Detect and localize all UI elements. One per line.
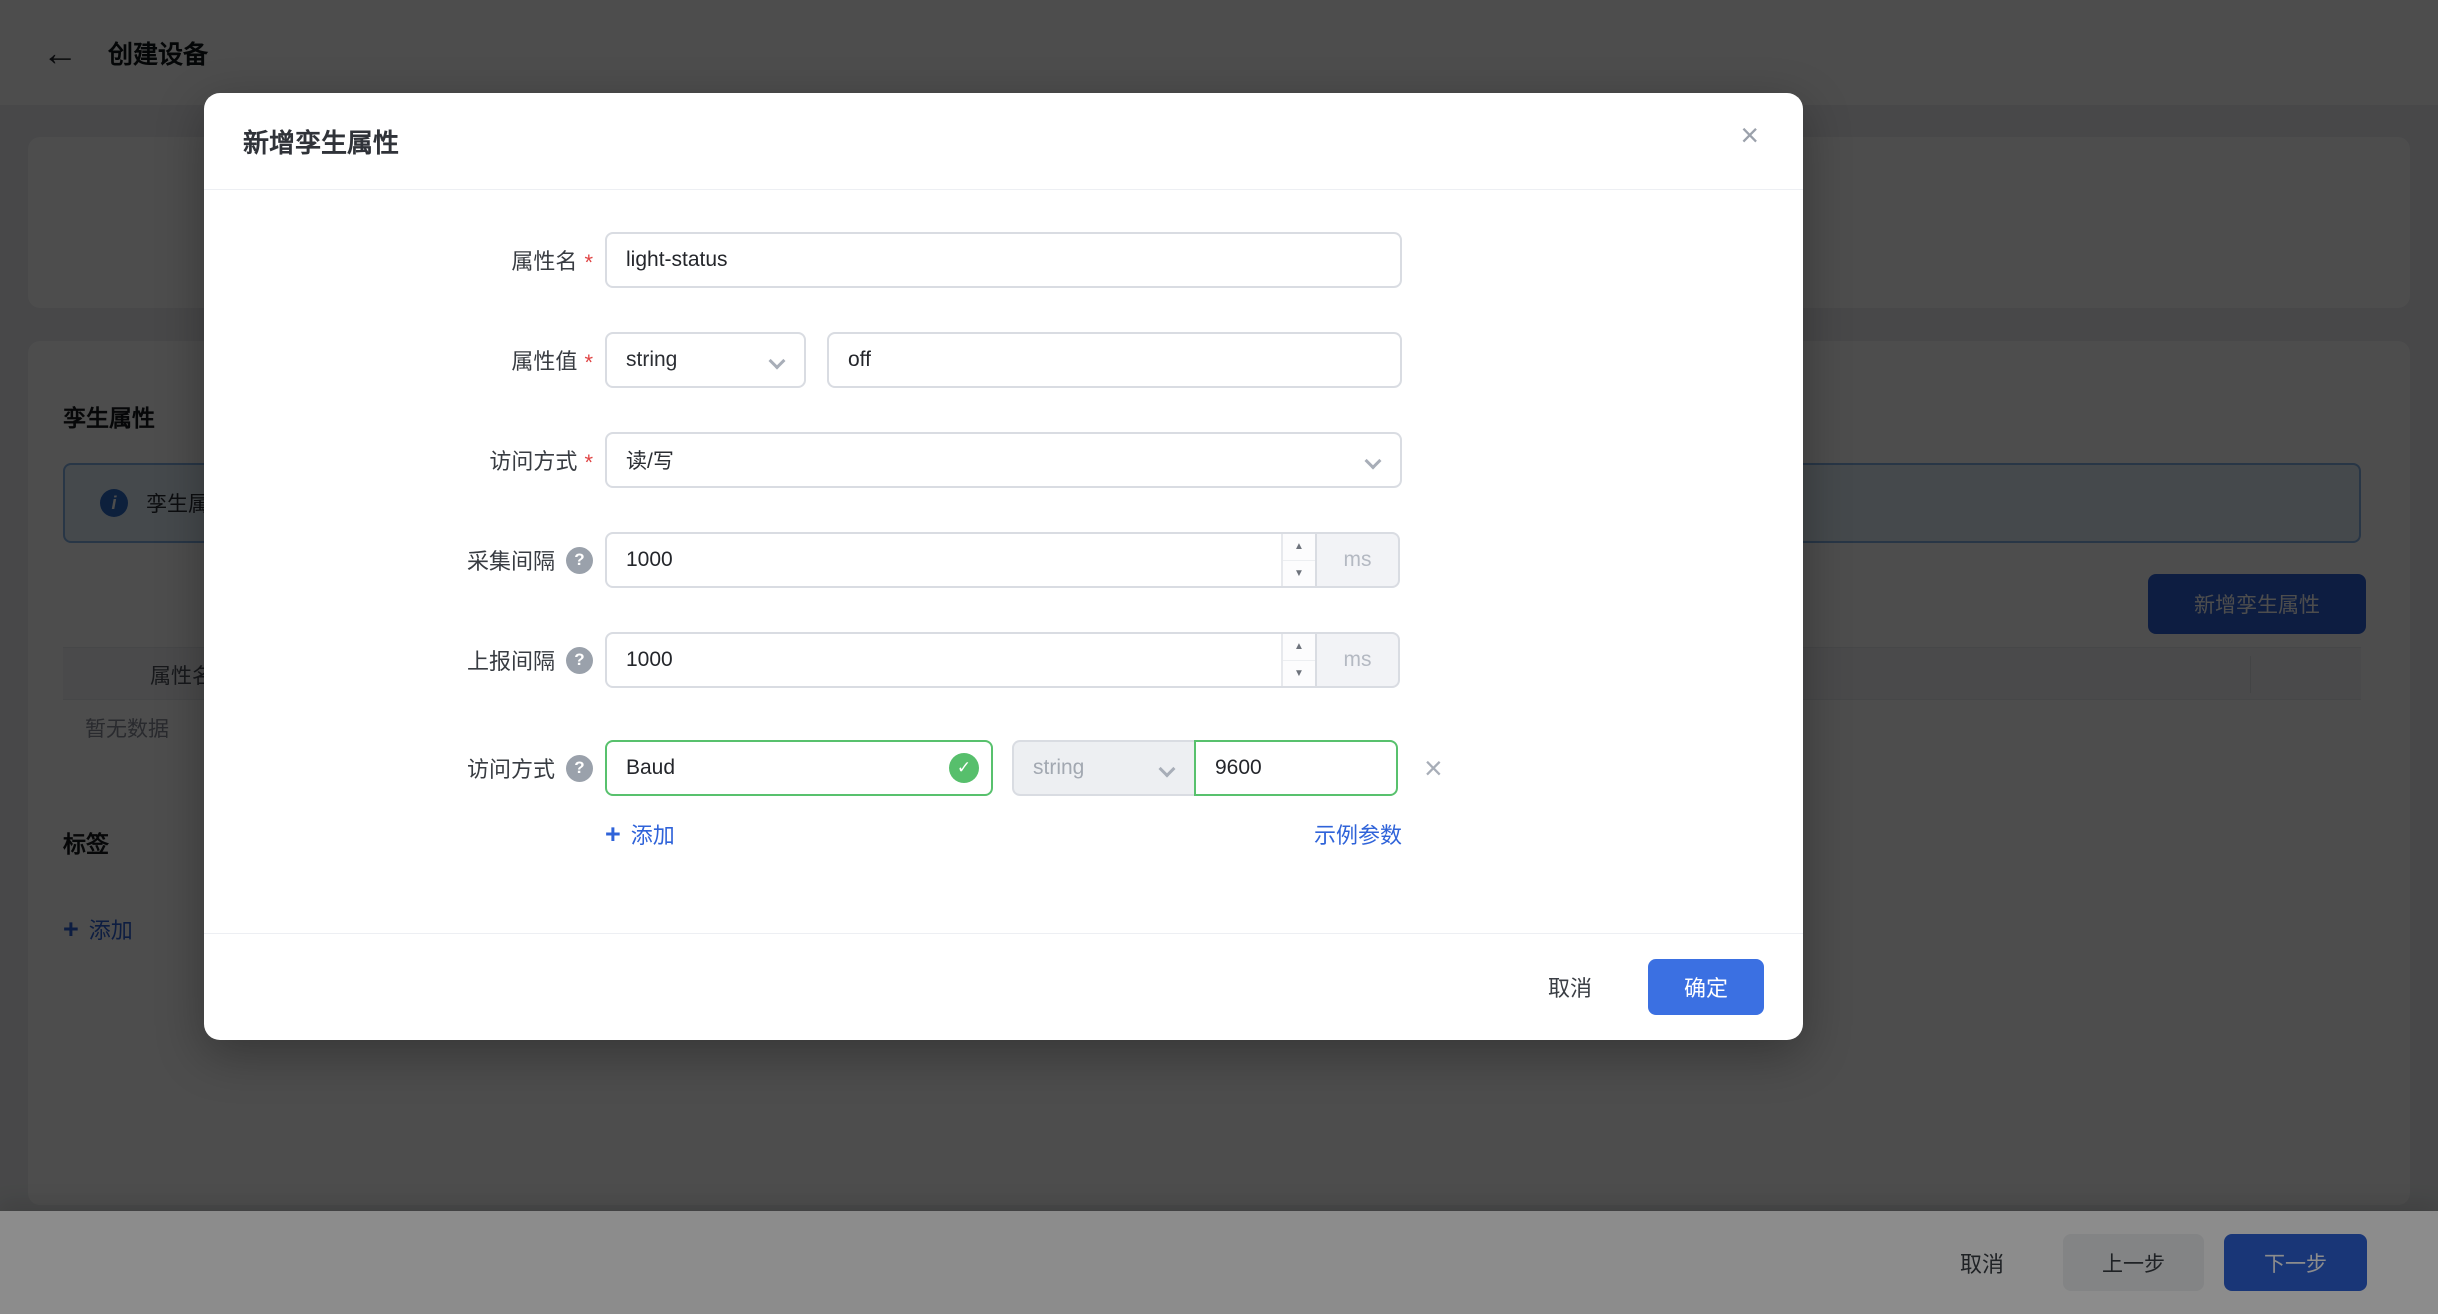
field-label: 属性名 * (204, 244, 593, 276)
chevron-down-icon (769, 353, 786, 370)
plus-icon: + (605, 821, 621, 848)
add-param-link[interactable]: + 添加 (605, 818, 675, 850)
step-up-icon[interactable]: ▲ (1283, 534, 1315, 561)
add-param-label: 添加 (631, 818, 675, 850)
step-up-icon[interactable]: ▲ (1283, 634, 1315, 661)
params-label: 访问方式 (467, 752, 555, 784)
report-interval-label: 上报间隔 (467, 644, 555, 676)
form-row-params: 访问方式 ? ✓ string ✓ × (204, 740, 1803, 796)
collect-interval-label: 采集间隔 (467, 544, 555, 576)
param-key-input[interactable] (605, 740, 993, 796)
param-links-row: + 添加 示例参数 (605, 817, 1402, 851)
access-mode-selected: 读/写 (626, 445, 674, 475)
form-row-access-mode: 访问方式 * 读/写 (204, 432, 1803, 488)
chevron-down-icon (1159, 761, 1176, 778)
field-label: 访问方式 ? (204, 752, 593, 784)
number-stepper[interactable]: ▲ ▼ (1281, 634, 1315, 686)
help-icon[interactable]: ? (566, 547, 593, 574)
modal-ok-button[interactable]: 确定 (1648, 959, 1764, 1015)
remove-param-icon[interactable]: × (1424, 752, 1443, 784)
attribute-name-input[interactable] (605, 232, 1402, 288)
valid-check-icon: ✓ (949, 753, 979, 783)
step-down-icon[interactable]: ▼ (1283, 661, 1315, 687)
param-type-select: string (1012, 740, 1196, 796)
modal-header: 新增孪生属性 × (204, 93, 1803, 190)
modal-title: 新增孪生属性 (243, 123, 399, 160)
close-icon[interactable]: × (1740, 119, 1759, 151)
form-row-attribute-name: 属性名 * (204, 232, 1803, 288)
chevron-down-icon (1365, 453, 1382, 470)
field-label: 访问方式 * (204, 444, 593, 476)
param-value-input[interactable] (1194, 740, 1398, 796)
screen: ← 创建设备 孪生属性 i 孪生属 新增孪生属性 属性名 暂无数据 标签 + 添… (0, 0, 2438, 1314)
field-label: 上报间隔 ? (204, 644, 593, 676)
help-icon[interactable]: ? (566, 755, 593, 782)
unit-addon: ms (1315, 532, 1400, 588)
modal-footer: 取消 确定 (204, 933, 1803, 1040)
attribute-name-label: 属性名 (511, 244, 577, 276)
required-mark: * (584, 450, 593, 476)
unit-addon: ms (1315, 632, 1400, 688)
attribute-value-label: 属性值 (511, 344, 577, 376)
attribute-value-input[interactable] (827, 332, 1402, 388)
field-label: 属性值 * (204, 344, 593, 376)
number-stepper[interactable]: ▲ ▼ (1281, 534, 1315, 586)
collect-interval-input[interactable] (607, 534, 1281, 586)
field-label: 采集间隔 ? (204, 544, 593, 576)
step-down-icon[interactable]: ▼ (1283, 561, 1315, 587)
form-row-report-interval: 上报间隔 ? ▲ ▼ ms (204, 632, 1803, 688)
modal-cancel-button[interactable]: 取消 (1548, 971, 1592, 1003)
access-mode-label: 访问方式 (489, 444, 577, 476)
form-row-collect-interval: 采集间隔 ? ▲ ▼ ms (204, 532, 1803, 588)
value-type-select[interactable]: string (605, 332, 806, 388)
add-twin-attribute-modal: 新增孪生属性 × 属性名 * 属性值 * string (204, 93, 1803, 1040)
required-mark: * (584, 250, 593, 276)
example-params-link[interactable]: 示例参数 (1314, 818, 1402, 850)
report-interval-input[interactable] (607, 634, 1281, 686)
form-row-attribute-value: 属性值 * string (204, 332, 1803, 388)
required-mark: * (584, 350, 593, 376)
access-mode-select[interactable]: 读/写 (605, 432, 1402, 488)
value-type-selected: string (626, 348, 677, 372)
param-type-selected: string (1033, 756, 1084, 780)
help-icon[interactable]: ? (566, 647, 593, 674)
